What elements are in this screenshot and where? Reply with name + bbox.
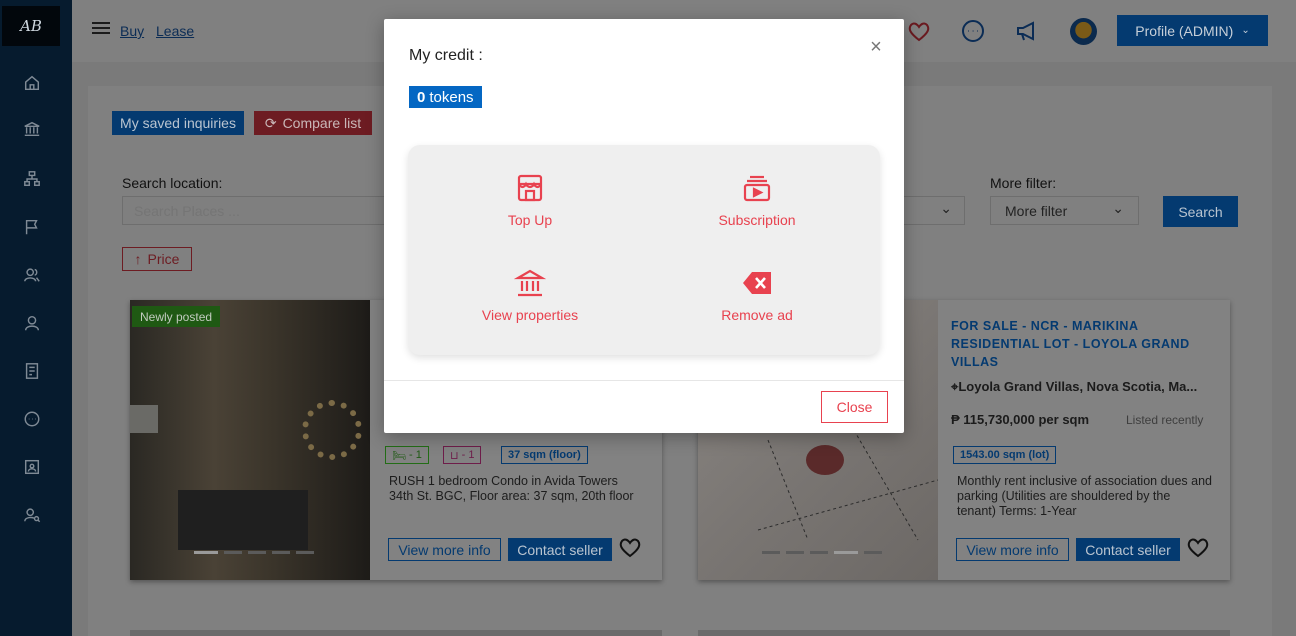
- area-tag: 1543.00 sqm (lot): [953, 446, 1057, 464]
- bed-icon: 🛏︎: [392, 449, 410, 462]
- nav-link-buy[interactable]: Buy: [120, 23, 144, 39]
- aircon-unit: [130, 405, 158, 433]
- slide-indicators[interactable]: [194, 551, 314, 554]
- id-card-icon[interactable]: [22, 457, 42, 477]
- profile-label: Profile (ADMIN): [1135, 22, 1234, 39]
- next-listing-card-edge: [130, 630, 662, 636]
- app-logo[interactable]: AB: [2, 6, 60, 46]
- subscription-button[interactable]: Subscription: [667, 172, 847, 228]
- token-unit: tokens: [429, 88, 474, 106]
- chevron-down-icon: ⌄: [1241, 25, 1250, 36]
- contact-seller-button[interactable]: Contact seller: [1076, 538, 1180, 561]
- flag-icon[interactable]: [22, 217, 42, 237]
- listing-location: ⌖Loyola Grand Villas, Nova Scotia, Ma...: [951, 379, 1197, 395]
- price-sort-button[interactable]: ↑ Price: [122, 247, 192, 271]
- report-icon[interactable]: [22, 361, 42, 381]
- listing-description: Monthly rent inclusive of association du…: [957, 474, 1213, 518]
- view-more-info-button[interactable]: View more info: [956, 538, 1069, 561]
- refresh-icon: ⟳: [264, 114, 277, 131]
- home-icon[interactable]: [22, 73, 42, 93]
- arrow-up-icon: ↑: [134, 251, 142, 267]
- listing-description: RUSH 1 bedroom Condo in Avida Towers 34t…: [389, 474, 634, 503]
- backspace-icon: [743, 272, 771, 294]
- sitemap-icon[interactable]: [22, 169, 42, 189]
- favorite-heart-icon[interactable]: [1186, 536, 1210, 558]
- credit-actions-card: Top Up Subscription View properties Remo…: [408, 145, 880, 355]
- user-icon[interactable]: [22, 313, 42, 333]
- saved-inquiries-button[interactable]: My saved inquiries: [112, 111, 244, 135]
- subscription-icon: [743, 175, 771, 202]
- token-balance-badge: 0 tokens: [409, 86, 482, 108]
- close-icon[interactable]: ×: [866, 37, 886, 57]
- newly-posted-badge: Newly posted: [132, 306, 221, 327]
- compare-list-button[interactable]: ⟳ Compare list: [254, 111, 372, 135]
- more-filter-value: More filter: [1005, 203, 1068, 219]
- view-more-info-button[interactable]: View more info: [388, 538, 501, 561]
- contact-seller-button[interactable]: Contact seller: [508, 538, 612, 561]
- avatar[interactable]: [1070, 18, 1097, 45]
- subscription-label: Subscription: [718, 212, 796, 228]
- sunburst-mirror: [302, 400, 362, 460]
- listed-status: Listed recently: [1126, 413, 1204, 427]
- users-icon[interactable]: [22, 265, 42, 285]
- top-up-button[interactable]: Top Up: [440, 172, 620, 228]
- search-button[interactable]: Search: [1163, 196, 1238, 227]
- profile-menu-button[interactable]: Profile (ADMIN) ⌄: [1117, 15, 1268, 46]
- view-properties-label: View properties: [481, 307, 579, 323]
- bank-icon[interactable]: [22, 119, 42, 139]
- bath-icon: ⊔: [450, 449, 462, 462]
- bank-icon: [514, 269, 546, 297]
- more-filter-select[interactable]: More filter ⌄: [990, 196, 1139, 225]
- listing-photo[interactable]: Newly posted: [130, 300, 370, 580]
- remove-ad-button[interactable]: Remove ad: [667, 267, 847, 323]
- nav-link-lease[interactable]: Lease: [156, 23, 194, 39]
- bathroom-count: - 1: [461, 449, 475, 461]
- bathroom-count-tag: ⊔ - 1: [443, 446, 482, 464]
- favorite-heart-icon[interactable]: [618, 536, 642, 558]
- top-up-label: Top Up: [507, 212, 553, 228]
- store-icon: [517, 174, 543, 202]
- listing-price: ₱ 115,730,000 per sqm: [951, 412, 1090, 427]
- next-listing-card-edge: [698, 630, 1230, 636]
- heart-icon[interactable]: [906, 18, 932, 44]
- area-tag: 37 sqm (floor): [501, 446, 588, 464]
- chevron-down-icon: ⌄: [1112, 200, 1124, 216]
- slide-indicators[interactable]: [762, 551, 882, 554]
- token-count: 0: [417, 88, 426, 106]
- menu-toggle-icon[interactable]: [92, 22, 110, 36]
- remove-ad-label: Remove ad: [721, 307, 793, 323]
- bedroom-count: - 1: [409, 449, 422, 461]
- search-location-label: Search location:: [122, 175, 223, 191]
- megaphone-icon[interactable]: [1014, 18, 1040, 44]
- compare-list-label: Compare list: [282, 115, 362, 131]
- modal-footer-divider: [384, 380, 904, 381]
- view-properties-button[interactable]: View properties: [440, 267, 620, 323]
- modal-title: My credit :: [409, 47, 483, 64]
- credit-modal: My credit : × 0 tokens Top Up Subscripti…: [384, 19, 904, 433]
- search-location-input[interactable]: [122, 196, 392, 225]
- listing-title[interactable]: FOR SALE - NCR - MARIKINA RESIDENTIAL LO…: [951, 317, 1201, 371]
- bedroom-count-tag: 🛏︎ - 1: [385, 446, 429, 464]
- chat-icon[interactable]: [960, 18, 986, 44]
- price-sort-label: Price: [147, 251, 180, 267]
- sofa: [178, 490, 308, 550]
- more-filter-label: More filter:: [990, 175, 1057, 191]
- chevron-down-icon: ⌄: [940, 200, 952, 216]
- sidebar: AB: [0, 0, 72, 636]
- listing-location-text: Loyola Grand Villas, Nova Scotia, Ma...: [958, 379, 1198, 394]
- user-search-icon[interactable]: [22, 505, 42, 525]
- close-button[interactable]: Close: [821, 391, 888, 423]
- chat-icon[interactable]: [22, 409, 42, 429]
